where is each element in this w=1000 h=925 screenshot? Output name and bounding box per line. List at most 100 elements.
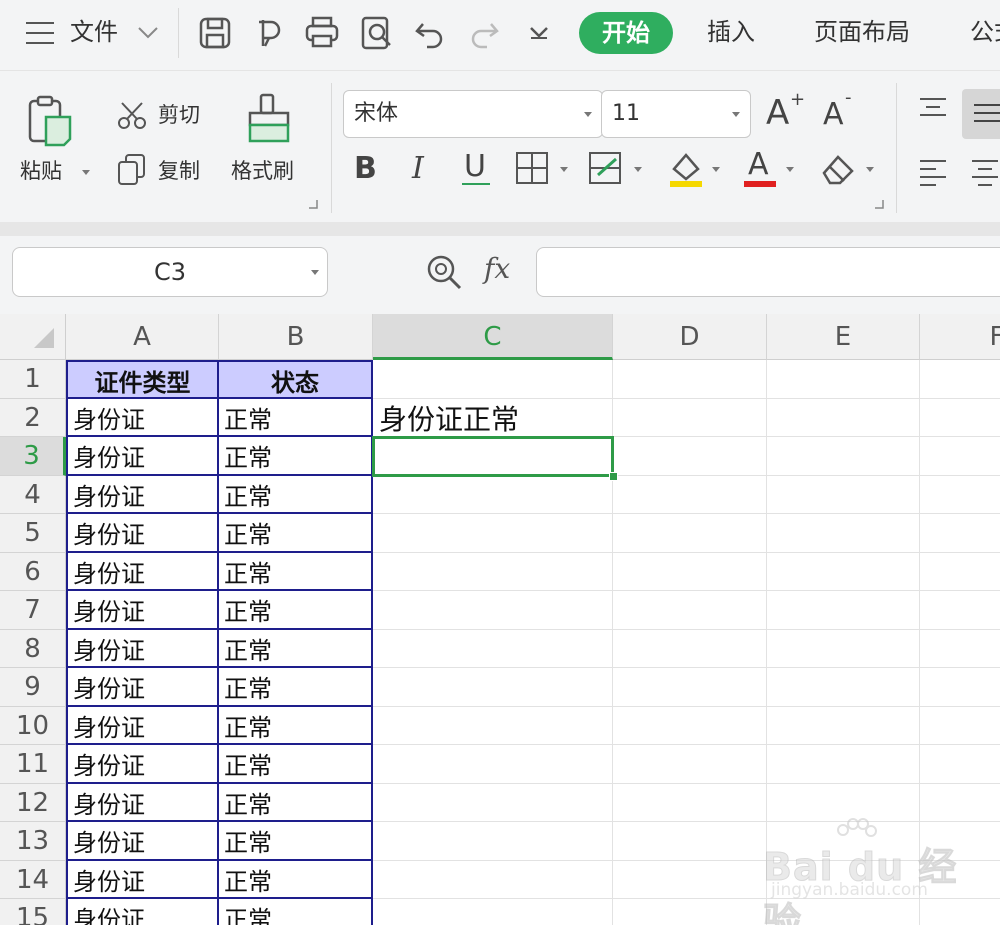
tab-formulas[interactable]: 公式 — [970, 16, 1000, 48]
column-header-f[interactable]: F — [920, 314, 1000, 360]
chevron-down-icon[interactable] — [311, 270, 319, 275]
cell-e11[interactable] — [767, 745, 920, 784]
cut-icon[interactable] — [116, 99, 148, 131]
cell-a11[interactable]: 身份证 — [66, 745, 219, 784]
copy-label[interactable]: 复制 — [158, 157, 200, 185]
cell-a3[interactable]: 身份证 — [66, 437, 219, 476]
borders-icon[interactable] — [515, 151, 549, 185]
print-icon[interactable] — [303, 14, 341, 52]
cell-d1[interactable] — [613, 360, 767, 399]
format-painter-button[interactable]: 格式刷 — [228, 93, 310, 203]
cell-e3[interactable] — [767, 437, 920, 476]
cell-d8[interactable] — [613, 629, 767, 668]
cell-b12[interactable]: 正常 — [219, 783, 373, 822]
font-size-select[interactable]: 11 — [601, 90, 751, 138]
customize-toolbar-icon[interactable] — [520, 14, 558, 52]
cell-a13[interactable]: 身份证 — [66, 822, 219, 861]
cell-f11[interactable] — [920, 745, 1000, 784]
cell-style-icon[interactable] — [588, 151, 624, 185]
cell-c9[interactable] — [373, 668, 613, 707]
cell-e7[interactable] — [767, 591, 920, 630]
cell-d2[interactable] — [613, 398, 767, 437]
row-header[interactable]: 3 — [0, 437, 66, 476]
cell-f6[interactable] — [920, 553, 1000, 591]
row-header[interactable]: 1 — [0, 360, 66, 399]
font-color-dropdown-icon[interactable] — [786, 167, 794, 172]
cell-e5[interactable] — [767, 514, 920, 553]
row-header[interactable]: 12 — [0, 783, 66, 822]
copy-icon[interactable] — [116, 153, 148, 187]
cell-b3[interactable]: 正常 — [219, 437, 373, 476]
cell-d7[interactable] — [613, 591, 767, 630]
column-header-e[interactable]: E — [767, 314, 920, 360]
insert-function-fx[interactable]: fx — [484, 252, 510, 285]
row-header[interactable]: 4 — [0, 475, 66, 514]
row-header[interactable]: 14 — [0, 860, 66, 899]
cell-a8[interactable]: 身份证 — [66, 629, 219, 668]
cell-c2[interactable]: 身份证正常 — [373, 398, 613, 437]
fill-color-icon[interactable] — [666, 149, 706, 189]
cell-a1[interactable]: 证件类型 — [66, 360, 219, 399]
cell-b4[interactable]: 正常 — [219, 475, 373, 514]
align-left-icon[interactable] — [916, 157, 950, 187]
cell-c5[interactable] — [373, 514, 613, 553]
zoom-search-icon[interactable] — [424, 252, 464, 292]
align-center-icon[interactable] — [968, 157, 1000, 187]
cell-e12[interactable] — [767, 783, 920, 822]
cell-e8[interactable] — [767, 629, 920, 668]
cell-d9[interactable] — [613, 668, 767, 707]
shrink-font-button[interactable]: A - — [823, 87, 863, 133]
cell-c14[interactable] — [373, 860, 613, 899]
column-header-b[interactable]: B — [219, 314, 373, 360]
align-middle-button[interactable] — [962, 89, 1000, 139]
cell-c15[interactable] — [373, 899, 613, 925]
cell-a12[interactable]: 身份证 — [66, 783, 219, 822]
fill-handle[interactable] — [609, 471, 618, 481]
bold-button[interactable]: B — [354, 151, 377, 186]
cell-style-dropdown-icon[interactable] — [634, 167, 642, 172]
column-header-a[interactable]: A — [66, 314, 219, 360]
cell-e10[interactable] — [767, 706, 920, 745]
cell-c7[interactable] — [373, 591, 613, 630]
clear-format-dropdown-icon[interactable] — [866, 167, 874, 172]
clear-format-eraser-icon[interactable] — [820, 151, 858, 187]
tab-start[interactable]: 开始 — [579, 12, 673, 54]
print-preview-icon[interactable] — [357, 14, 395, 52]
cell-d12[interactable] — [613, 783, 767, 822]
cell-a7[interactable]: 身份证 — [66, 591, 219, 630]
save-icon[interactable] — [196, 14, 234, 52]
cell-d3[interactable] — [613, 437, 767, 476]
cell-d4[interactable] — [613, 475, 767, 514]
row-header[interactable]: 13 — [0, 822, 66, 861]
cell-f9[interactable] — [920, 668, 1000, 707]
cell-a15[interactable]: 身份证 — [66, 899, 219, 925]
grow-font-button[interactable]: A + — [766, 89, 806, 133]
cell-f3[interactable] — [920, 437, 1000, 476]
cell-d11[interactable] — [613, 745, 767, 784]
font-dialog-launcher-icon[interactable] — [874, 199, 884, 209]
cell-e4[interactable] — [767, 475, 920, 514]
cell-a14[interactable]: 身份证 — [66, 860, 219, 899]
cell-c12[interactable] — [373, 783, 613, 822]
file-menu[interactable]: 文件 — [70, 16, 118, 48]
cell-b10[interactable]: 正常 — [219, 706, 373, 745]
tab-page-layout[interactable]: 页面布局 — [814, 16, 910, 48]
cut-label[interactable]: 剪切 — [158, 101, 200, 129]
cell-f5[interactable] — [920, 514, 1000, 553]
cell-b9[interactable]: 正常 — [219, 668, 373, 707]
underline-button[interactable]: U — [462, 149, 492, 189]
row-header[interactable]: 5 — [0, 514, 66, 553]
cell-f7[interactable] — [920, 591, 1000, 630]
cell-d15[interactable] — [613, 899, 767, 925]
paste-button[interactable]: 粘贴 — [14, 93, 90, 203]
cell-b13[interactable]: 正常 — [219, 822, 373, 861]
cell-e2[interactable] — [767, 398, 920, 437]
name-box[interactable]: C3 — [12, 247, 328, 297]
cell-b11[interactable]: 正常 — [219, 745, 373, 784]
cell-c10[interactable] — [373, 706, 613, 745]
tab-insert[interactable]: 插入 — [707, 16, 755, 48]
font-color-button[interactable]: A — [744, 147, 780, 189]
font-name-select[interactable]: 宋体 — [343, 90, 603, 138]
cell-d13[interactable] — [613, 822, 767, 861]
cell-b1[interactable]: 状态 — [219, 360, 373, 399]
